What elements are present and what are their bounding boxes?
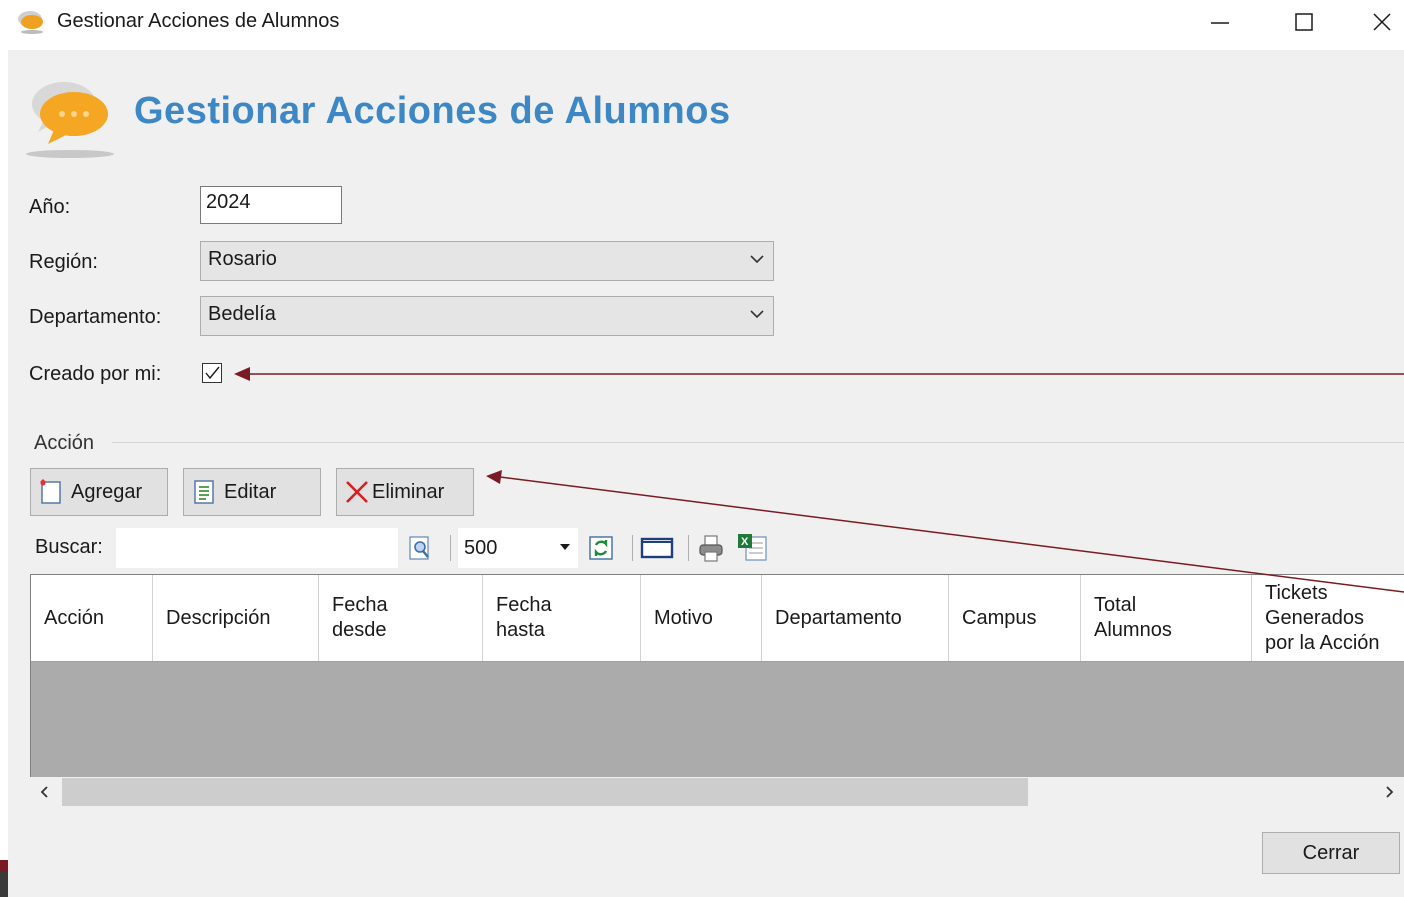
annotation-arrow-buttons [499, 476, 1404, 593]
annotation-arrowhead-checkbox [234, 367, 250, 381]
annotation-arrowhead-buttons [486, 470, 502, 484]
annotation-arrows [234, 367, 1404, 593]
